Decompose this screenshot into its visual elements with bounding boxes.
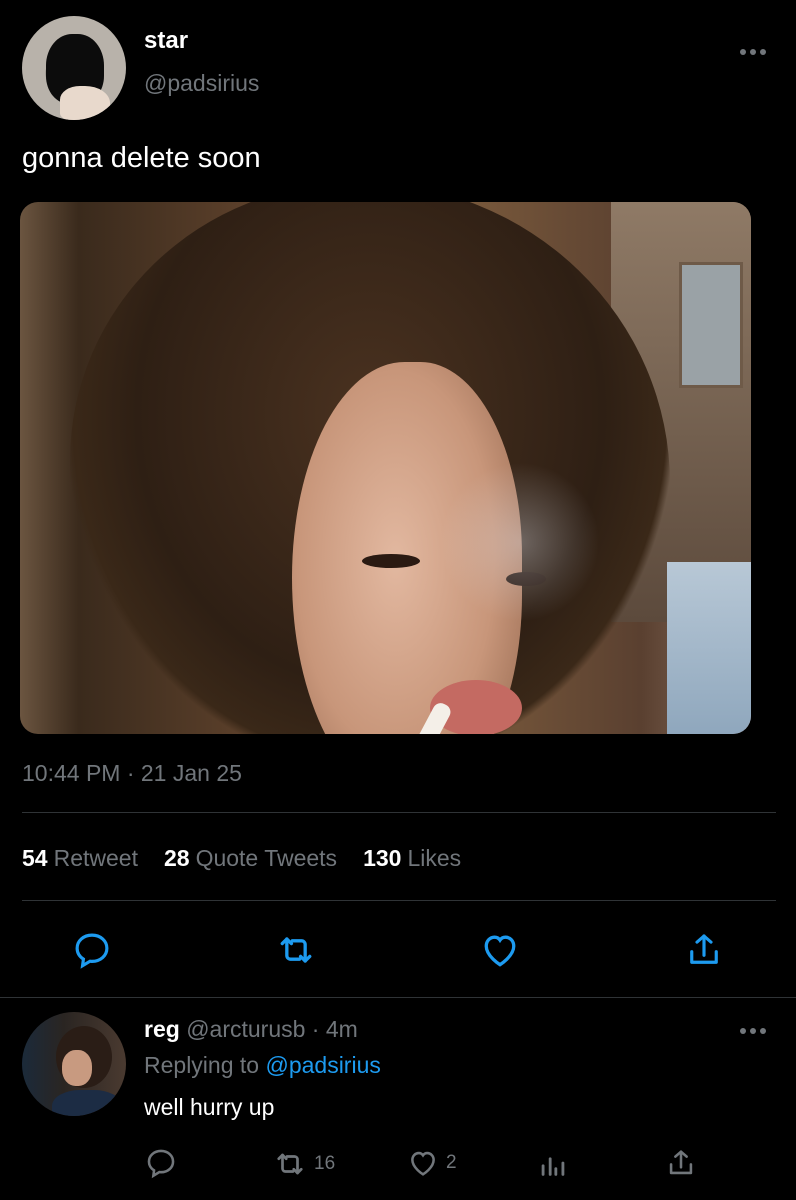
retweets-label: Retweet bbox=[53, 845, 138, 871]
reply-handle[interactable]: @arcturusb bbox=[186, 1016, 305, 1042]
tweet-timestamp[interactable]: 10:44 PM · 21 Jan 25 bbox=[22, 760, 242, 787]
reply-header: reg @arcturusb · 4m bbox=[144, 1016, 358, 1043]
more-icon[interactable] bbox=[738, 36, 768, 64]
quotes-stat[interactable]: 28 Quote Tweets bbox=[164, 845, 337, 872]
retweet-icon[interactable] bbox=[274, 928, 318, 972]
retweet-icon bbox=[277, 1153, 303, 1175]
more-icon[interactable] bbox=[738, 1016, 768, 1042]
photo-eye bbox=[362, 554, 420, 568]
photo-sky bbox=[667, 562, 751, 734]
like-icon[interactable] bbox=[478, 928, 522, 972]
reply-display-name[interactable]: reg bbox=[144, 1016, 180, 1042]
like-icon bbox=[411, 1151, 435, 1176]
reply-like-button[interactable]: 2 bbox=[406, 1146, 457, 1180]
divider bbox=[22, 812, 776, 813]
analytics-icon bbox=[541, 1157, 565, 1176]
retweets-stat[interactable]: 54 Retweet bbox=[22, 845, 138, 872]
reply-analytics-button[interactable] bbox=[536, 1146, 570, 1180]
replying-to-label: Replying to bbox=[144, 1052, 266, 1078]
photo-window bbox=[679, 262, 743, 388]
retweets-count: 54 bbox=[22, 845, 48, 871]
reply-reply-button[interactable] bbox=[144, 1146, 178, 1180]
replying-to: Replying to @padsirius bbox=[144, 1052, 381, 1079]
reply-like-count: 2 bbox=[446, 1152, 457, 1173]
reply-retweet-button[interactable]: 16 bbox=[272, 1146, 335, 1182]
reply-icon[interactable] bbox=[70, 928, 114, 972]
reply-icon bbox=[147, 1149, 175, 1179]
quotes-count: 28 bbox=[163, 845, 190, 871]
author-handle[interactable]: @padsirius bbox=[144, 70, 259, 97]
reply-separator: · bbox=[305, 1016, 326, 1042]
avatar-face bbox=[62, 1050, 92, 1086]
likes-stat[interactable]: 130 Likes bbox=[363, 845, 461, 872]
reply-retweet-count: 16 bbox=[314, 1153, 336, 1174]
reply-text: well hurry up bbox=[144, 1094, 275, 1120]
reply-time[interactable]: 4m bbox=[326, 1016, 358, 1042]
tweet-photo[interactable] bbox=[20, 202, 751, 734]
divider bbox=[22, 900, 776, 901]
share-icon[interactable] bbox=[682, 928, 726, 972]
author-avatar[interactable] bbox=[22, 16, 126, 120]
reply-share-button[interactable] bbox=[664, 1146, 698, 1180]
photo-smoke bbox=[440, 462, 600, 622]
replying-to-handle[interactable]: @padsirius bbox=[265, 1052, 380, 1078]
quotes-label: Quote Tweets bbox=[195, 845, 338, 871]
likes-count: 130 bbox=[363, 845, 402, 871]
divider bbox=[0, 997, 796, 998]
likes-label: Likes bbox=[407, 845, 462, 871]
avatar-body bbox=[52, 1090, 122, 1116]
share-icon bbox=[669, 1150, 693, 1175]
tweet-stats: 54 Retweet 28 Quote Tweets 130 Likes bbox=[22, 845, 461, 872]
reply-avatar[interactable] bbox=[22, 1012, 126, 1116]
tweet-text: gonna delete soon bbox=[22, 142, 261, 174]
author-display-name[interactable]: star bbox=[144, 27, 188, 55]
avatar-hand bbox=[60, 86, 110, 120]
